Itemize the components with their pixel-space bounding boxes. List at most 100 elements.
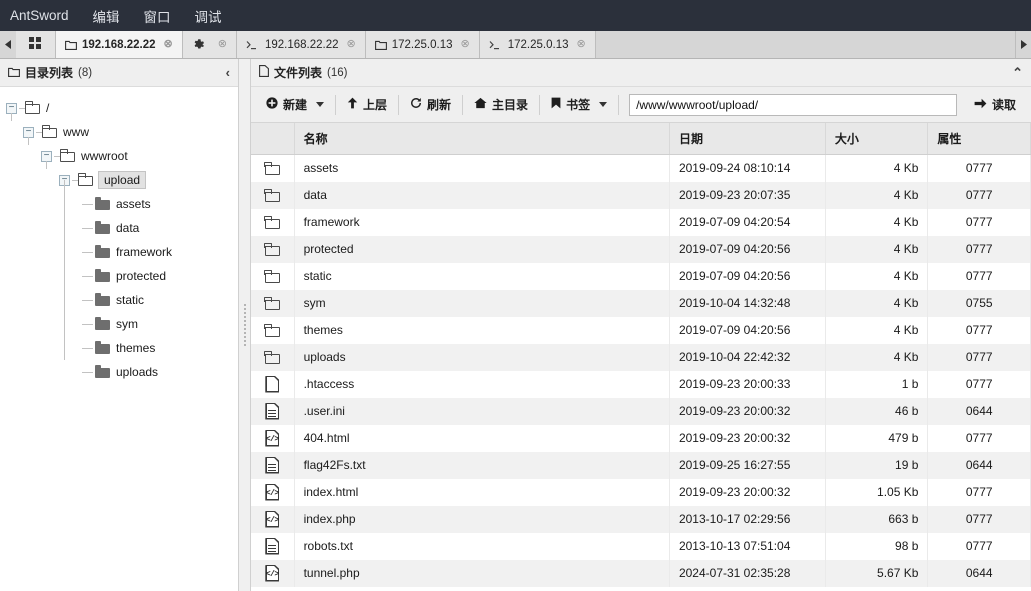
tab-files-192-168-22-22[interactable]: 192.168.22.22 ⊗ xyxy=(56,31,183,58)
tree-line xyxy=(82,371,93,373)
folder-icon xyxy=(264,296,280,310)
tab-close-icon[interactable]: ⊗ xyxy=(218,39,227,50)
file-row-name[interactable]: uploads xyxy=(294,343,670,371)
up-directory-button[interactable]: 上层 xyxy=(338,93,396,116)
file-row-icon xyxy=(251,343,295,371)
tree-node-uploads[interactable]: uploads xyxy=(6,348,238,384)
tree-node-data[interactable]: data xyxy=(6,204,238,240)
column-header-size[interactable]: 大小 xyxy=(825,123,929,155)
file-row[interactable]: themes 2019-07-09 04:20:56 4 Kb 0777 xyxy=(251,316,1031,344)
tab-close-icon[interactable]: ⊗ xyxy=(577,39,586,50)
menu-item-debug[interactable]: 调试 xyxy=(193,4,224,28)
home-directory-label: 主目录 xyxy=(492,98,529,112)
menu-item-edit[interactable]: 编辑 xyxy=(91,4,122,28)
file-row[interactable]: </> index.php 2013-10-17 02:29:56 663 b 0777 xyxy=(251,505,1031,533)
file-row-name[interactable]: robots.txt xyxy=(294,532,670,560)
tab-settings[interactable]: ⊗ xyxy=(182,31,237,58)
tree-toggle-icon[interactable]: − xyxy=(23,126,34,138)
file-panel-title-text: 文件列表 xyxy=(274,66,323,80)
tree-node-themes[interactable]: themes xyxy=(6,324,238,360)
file-row[interactable]: flag42Fs.txt 2019-09-25 16:27:55 19 b 0644 xyxy=(251,451,1031,479)
bookmark-button[interactable]: 书签 xyxy=(542,93,616,116)
column-header-name[interactable]: 名称 xyxy=(294,123,670,155)
file-row[interactable]: robots.txt 2013-10-13 07:51:04 98 b 0777 xyxy=(251,532,1031,560)
tab-scroll-left-button[interactable] xyxy=(0,31,16,58)
column-header-date[interactable]: 日期 xyxy=(669,123,826,155)
file-row[interactable]: .htaccess 2019-09-23 20:00:33 1 b 0777 xyxy=(251,370,1031,398)
tab-close-icon[interactable]: ⊗ xyxy=(347,39,356,50)
file-row-name[interactable]: sym xyxy=(294,289,670,317)
tree-node-wwwroot[interactable]: − wwwroot xyxy=(6,144,238,169)
directory-panel-title: 目录列表 (8) xyxy=(8,64,92,81)
menu-item-antsword[interactable]: AntSword xyxy=(8,6,71,25)
chevron-down-icon[interactable] xyxy=(599,102,608,107)
file-row[interactable]: sym 2019-10-04 14:32:48 4 Kb 0755 xyxy=(251,289,1031,317)
tab-close-icon[interactable]: ⊗ xyxy=(164,39,173,50)
file-row-name[interactable]: .user.ini xyxy=(294,397,670,425)
file-row-name[interactable]: themes xyxy=(294,316,670,344)
file-code-icon: </> xyxy=(265,483,280,501)
directory-count: (8) xyxy=(78,66,93,79)
tree-node-static[interactable]: static xyxy=(6,276,238,312)
file-row-size: 4 Kb xyxy=(825,316,929,344)
tab-grid-view[interactable] xyxy=(16,31,56,58)
file-table-container[interactable]: 名称 日期 大小 属性 assets 2019-09-24 08:10:14 4 K… xyxy=(251,123,1031,591)
tab-scroll-right-button[interactable] xyxy=(1015,31,1031,58)
panel-splitter[interactable] xyxy=(239,59,251,591)
tree-toggle-icon[interactable]: − xyxy=(6,102,17,114)
file-row[interactable]: </> 404.html 2019-09-23 20:00:32 479 b 0777 xyxy=(251,424,1031,452)
tree-node-www[interactable]: − www xyxy=(6,120,238,145)
file-code-icon: </> xyxy=(265,429,280,447)
chevron-left-icon[interactable]: ‹ xyxy=(226,65,230,80)
toolbar-divider xyxy=(539,94,541,115)
home-directory-button[interactable]: 主目录 xyxy=(465,93,537,116)
tree-node-label: protected xyxy=(116,269,167,283)
new-button[interactable]: 新建 xyxy=(257,93,333,116)
file-row[interactable]: </> tunnel.php 2024-07-31 02:35:28 5.67 Kb 0… xyxy=(251,559,1031,587)
menu-item-window[interactable]: 窗口 xyxy=(142,4,173,28)
refresh-button[interactable]: 刷新 xyxy=(401,93,460,116)
file-row[interactable]: .user.ini 2019-09-23 20:00:32 46 b 0644 xyxy=(251,397,1031,425)
read-button[interactable]: 读取 xyxy=(965,93,1025,116)
tree-node-protected[interactable]: protected xyxy=(6,252,238,288)
file-row-name[interactable]: index.php xyxy=(294,505,670,533)
file-row-name[interactable]: assets xyxy=(294,154,670,182)
file-row[interactable]: data 2019-09-23 20:07:35 4 Kb 0777 xyxy=(251,181,1031,209)
file-row-name[interactable]: .htaccess xyxy=(294,370,670,398)
folder-icon xyxy=(95,269,110,282)
file-row[interactable]: protected 2019-07-09 04:20:56 4 Kb 0777 xyxy=(251,235,1031,263)
file-row-name[interactable]: 404.html xyxy=(294,424,670,452)
file-row-attr: 0777 xyxy=(927,316,1031,344)
file-row[interactable]: assets 2019-09-24 08:10:14 4 Kb 0777 xyxy=(251,154,1031,182)
file-row-name[interactable]: static xyxy=(294,262,670,290)
file-row-name[interactable]: data xyxy=(294,181,670,209)
tree-node-assets[interactable]: assets xyxy=(6,180,238,216)
column-header-attr[interactable]: 属性 xyxy=(927,123,1031,155)
tree-node-root[interactable]: − / xyxy=(6,96,238,121)
tab-files-172-25-0-13[interactable]: 172.25.0.13 ⊗ xyxy=(365,31,480,58)
chevron-down-icon[interactable] xyxy=(316,102,325,107)
file-row[interactable]: static 2019-07-09 04:20:56 4 Kb 0777 xyxy=(251,262,1031,290)
tab-terminal-192-168-22-22[interactable]: 192.168.22.22 ⊗ xyxy=(236,31,366,58)
file-row-name[interactable]: protected xyxy=(294,235,670,263)
file-row-name[interactable]: tunnel.php xyxy=(294,559,670,587)
tab-close-icon[interactable]: ⊗ xyxy=(461,39,470,50)
tree-line xyxy=(64,228,65,252)
chevron-up-icon[interactable]: ⌃ xyxy=(1012,65,1023,81)
tree-toggle-icon[interactable]: − xyxy=(41,150,52,162)
column-header-icon[interactable] xyxy=(251,123,295,155)
file-text-icon xyxy=(265,456,280,474)
tab-terminal-172-25-0-13[interactable]: 172.25.0.13 ⊗ xyxy=(479,31,596,58)
path-input[interactable] xyxy=(629,93,957,116)
file-row[interactable]: </> index.html 2019-09-23 20:00:32 1.05 Kb 0… xyxy=(251,478,1031,506)
tree-node-framework[interactable]: framework xyxy=(6,228,238,264)
file-row-name[interactable]: index.html xyxy=(294,478,670,506)
file-row-name[interactable]: framework xyxy=(294,208,670,236)
file-row[interactable]: uploads 2019-10-04 22:42:32 4 Kb 0777 xyxy=(251,343,1031,371)
file-row-name[interactable]: flag42Fs.txt xyxy=(294,451,670,479)
file-row-icon xyxy=(251,370,295,398)
tree-node-sym[interactable]: sym xyxy=(6,300,238,336)
folder-icon xyxy=(59,149,75,162)
file-row[interactable]: framework 2019-07-09 04:20:54 4 Kb 0777 xyxy=(251,208,1031,236)
tree-node-upload[interactable]: − upload xyxy=(6,168,238,193)
